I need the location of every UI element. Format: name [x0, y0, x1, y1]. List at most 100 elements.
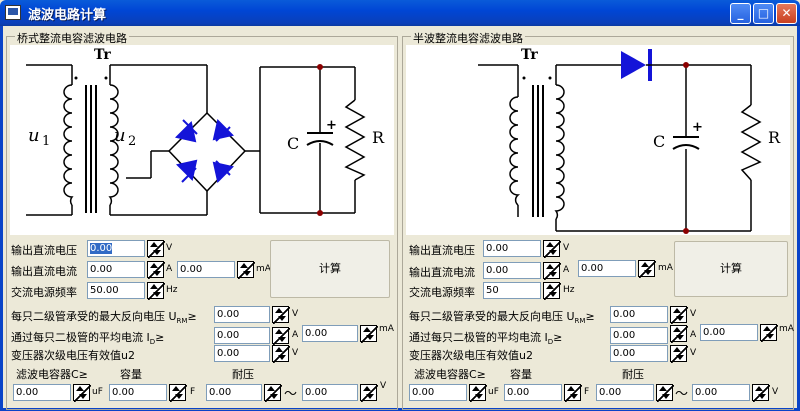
unit-label: uF [488, 387, 499, 397]
unit-label: Hz [563, 285, 575, 295]
id-ma-spinner[interactable] [360, 325, 378, 343]
half-wave-circuit-diagram: Tr C + R [406, 45, 790, 235]
maximize-button[interactable]: □ [753, 3, 774, 24]
bridge-circuit-diagram: Tr u 1 u 2 C + R [10, 45, 394, 235]
unit-label: A [166, 264, 173, 274]
cap-f-input[interactable]: 0.00 [109, 384, 167, 401]
plus-label: + [326, 118, 337, 133]
cap-uf-spinner[interactable] [73, 384, 91, 402]
cap-value-label: 容量 [120, 368, 142, 381]
unit-label: A [690, 330, 697, 340]
unit-label: Hz [166, 285, 178, 295]
id-spinner[interactable] [670, 325, 688, 343]
id-ma-input[interactable]: 0.00 [302, 325, 358, 342]
volt-min-input[interactable]: 0.00 [206, 384, 262, 401]
id-input[interactable]: 0.00 [610, 327, 668, 344]
out-voltage-label: 输出直流电压 [11, 244, 77, 257]
vrm-input[interactable]: 0.00 [214, 306, 270, 323]
cap-f-spinner[interactable] [169, 384, 187, 402]
unit-label: V [292, 309, 299, 319]
cap-f-spinner[interactable] [564, 384, 582, 402]
out-voltage-spinner[interactable] [543, 240, 561, 258]
out-current-label: 输出直流电流 [409, 266, 475, 279]
out-voltage-label: 输出直流电压 [409, 244, 475, 257]
volt-max-input[interactable]: 0.00 [302, 384, 358, 401]
volt-max-spinner[interactable] [360, 384, 378, 402]
cap-f-input[interactable]: 0.00 [504, 384, 562, 401]
u1-label: u [28, 125, 40, 146]
vrm-input[interactable]: 0.00 [610, 306, 668, 323]
u2-label: 变压器次级电压有效值u2 [11, 349, 135, 362]
id-label: 通过每只二极管的平均电流 ID≥ [409, 331, 563, 347]
u2-spinner[interactable] [272, 345, 290, 363]
plus-label: + [692, 120, 703, 135]
out-current-input[interactable]: 0.00 [87, 261, 145, 278]
minimize-button[interactable]: _ [730, 3, 751, 24]
freq-spinner[interactable] [147, 282, 165, 300]
unit-label: V [292, 348, 299, 358]
out-voltage-input[interactable]: 0.00 [87, 240, 145, 257]
unit-label: V [166, 243, 173, 253]
u2-label: 变压器次级电压有效值u2 [409, 349, 533, 362]
volt-min-input[interactable]: 0.00 [596, 384, 654, 401]
volt-max-spinner[interactable] [752, 384, 770, 402]
out-current-ma-spinner[interactable] [638, 260, 656, 278]
id-spinner[interactable] [272, 327, 290, 345]
u2-label: u [114, 125, 126, 146]
unit-label: uF [92, 387, 103, 397]
vrm-spinner[interactable] [670, 306, 688, 324]
group-title: 半波整流电容滤波电路 [411, 30, 525, 46]
r-label: R [372, 128, 385, 147]
cap-voltage-label: 耐压 [232, 368, 254, 381]
vrm-spinner[interactable] [272, 306, 290, 324]
u1-sub: 1 [42, 134, 50, 149]
vrm-label: 每只二级管承受的最大反向电压 URM≥ [11, 310, 197, 326]
freq-input[interactable]: 50 [483, 282, 541, 299]
cap-uf-input[interactable]: 0.00 [409, 384, 467, 401]
out-voltage-input[interactable]: 0.00 [483, 240, 541, 257]
u2-sub: 2 [128, 134, 136, 149]
freq-label: 交流电源频率 [409, 286, 475, 299]
unit-label: A [292, 330, 299, 340]
cap-label: 滤波电容器C≥ [414, 368, 486, 381]
u2-spinner[interactable] [670, 345, 688, 363]
cap-uf-spinner[interactable] [469, 384, 487, 402]
group-title: 桥式整流电容滤波电路 [15, 30, 129, 46]
cap-uf-input[interactable]: 0.00 [13, 384, 71, 401]
volt-min-spinner[interactable] [264, 384, 282, 402]
unit-label: V [563, 243, 570, 253]
freq-spinner[interactable] [543, 282, 561, 300]
freq-label: 交流电源频率 [11, 286, 77, 299]
out-current-ma-input[interactable]: 0.00 [578, 260, 636, 277]
id-label: 通过每只二极管的平均电流 ID≥ [11, 331, 165, 347]
freq-input[interactable]: 50.00 [87, 282, 145, 299]
close-button[interactable]: ✕ [776, 3, 797, 24]
id-input[interactable]: 0.00 [214, 327, 270, 344]
volt-min-spinner[interactable] [656, 384, 674, 402]
out-voltage-spinner[interactable] [147, 240, 165, 258]
volt-max-input[interactable]: 0.00 [692, 384, 750, 401]
calculate-button[interactable]: 计算 [270, 240, 390, 298]
unit-label: mA [379, 324, 394, 334]
out-current-ma-spinner[interactable] [237, 261, 255, 279]
unit-label: V [772, 387, 779, 397]
calculate-button[interactable]: 计算 [674, 241, 788, 297]
unit-label: mA [256, 264, 271, 274]
tilde-label: ～ [675, 387, 689, 402]
out-current-ma-input[interactable]: 0.00 [177, 261, 235, 278]
cap-value-label: 容量 [510, 368, 532, 381]
id-ma-input[interactable]: 0.00 [700, 324, 758, 341]
unit-label: V [690, 348, 697, 358]
title-bar: 滤波电路计算 _ □ ✕ [0, 0, 800, 26]
out-current-spinner[interactable] [147, 261, 165, 279]
id-ma-spinner[interactable] [760, 324, 778, 342]
tilde-label: ～ [284, 387, 298, 402]
cap-label: 滤波电容器C≥ [16, 368, 88, 381]
u2-input[interactable]: 0.00 [610, 345, 668, 362]
tr-label: Tr [94, 47, 111, 63]
u2-input[interactable]: 0.00 [214, 345, 270, 362]
out-current-spinner[interactable] [543, 262, 561, 280]
unit-label: V [380, 381, 387, 391]
unit-label: V [690, 309, 697, 319]
out-current-input[interactable]: 0.00 [483, 262, 541, 279]
